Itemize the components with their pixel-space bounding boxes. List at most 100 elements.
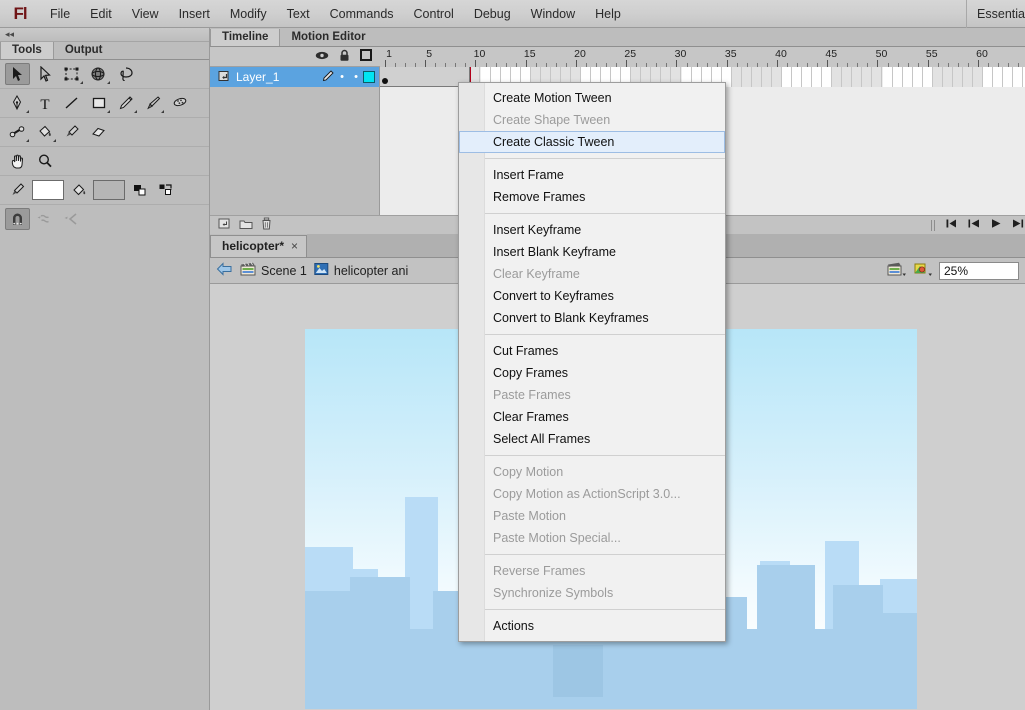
- context-menu-item[interactable]: Cut Frames: [459, 340, 725, 362]
- frame-cell[interactable]: [832, 67, 842, 87]
- frame-cell[interactable]: [933, 67, 943, 87]
- frame-cell[interactable]: [923, 67, 933, 87]
- frame-cell[interactable]: [973, 67, 983, 87]
- step-forward-one-frame[interactable]: [1011, 218, 1025, 232]
- frame-cell[interactable]: [953, 67, 963, 87]
- tab-tools[interactable]: Tools: [0, 42, 54, 59]
- brush-tool[interactable]: [140, 92, 165, 114]
- context-menu-item[interactable]: Create Motion Tween: [459, 87, 725, 109]
- frame-cell[interactable]: [903, 67, 913, 87]
- frame-cell[interactable]: [872, 67, 882, 87]
- lock-icon[interactable]: [339, 49, 350, 65]
- frame-cell[interactable]: [862, 67, 872, 87]
- close-icon[interactable]: ×: [291, 239, 298, 253]
- context-menu-item[interactable]: Create Classic Tween: [459, 131, 725, 153]
- context-menu-item[interactable]: Copy Frames: [459, 362, 725, 384]
- breadcrumb-scene[interactable]: Scene 1: [240, 262, 307, 279]
- frame-cell[interactable]: [1013, 67, 1023, 87]
- outline-icon[interactable]: [360, 49, 372, 64]
- tab-output[interactable]: Output: [54, 42, 114, 59]
- fill-swatch[interactable]: [93, 180, 125, 200]
- timeline-ruler[interactable]: 15101520253035404550556065: [380, 47, 1025, 67]
- keyframe-marker[interactable]: [382, 78, 388, 84]
- zoom-input[interactable]: 25%: [939, 262, 1019, 280]
- swap-colors-button[interactable]: [154, 179, 179, 201]
- back-arrow-icon[interactable]: [216, 262, 233, 279]
- context-menu-item[interactable]: Remove Frames: [459, 186, 725, 208]
- eyedropper-tool[interactable]: [59, 121, 84, 143]
- edit-scene-icon[interactable]: [887, 261, 907, 280]
- layer-outline-swatch[interactable]: [363, 71, 375, 83]
- line-tool[interactable]: [59, 92, 84, 114]
- layer-frame-span[interactable]: [380, 67, 470, 87]
- menu-edit[interactable]: Edit: [80, 0, 122, 28]
- frame-cell[interactable]: [893, 67, 903, 87]
- frame-cell[interactable]: [943, 67, 953, 87]
- free-transform-tool[interactable]: [59, 63, 84, 85]
- context-menu-item[interactable]: Insert Keyframe: [459, 219, 725, 241]
- straighten-option[interactable]: [59, 208, 84, 230]
- frame-cell[interactable]: [752, 67, 762, 87]
- panel-collapse-button[interactable]: ◂◂: [0, 28, 209, 42]
- frame-cell[interactable]: [762, 67, 772, 87]
- menu-control[interactable]: Control: [404, 0, 464, 28]
- document-tab-helicopter[interactable]: helicopter* ×: [210, 235, 307, 257]
- frame-cell[interactable]: [782, 67, 792, 87]
- menu-text[interactable]: Text: [277, 0, 320, 28]
- layer-row[interactable]: Layer_1 • •: [210, 67, 379, 87]
- frame-context-menu[interactable]: Create Motion TweenCreate Shape TweenCre…: [458, 82, 726, 642]
- snap-to-objects-toggle[interactable]: [5, 208, 30, 230]
- context-menu-item[interactable]: Insert Frame: [459, 164, 725, 186]
- frame-cell[interactable]: [812, 67, 822, 87]
- 3d-rotation-tool[interactable]: [86, 63, 111, 85]
- menu-view[interactable]: View: [122, 0, 169, 28]
- new-folder-icon[interactable]: [239, 218, 253, 233]
- menu-modify[interactable]: Modify: [220, 0, 277, 28]
- black-white-button[interactable]: [127, 179, 152, 201]
- context-menu-item[interactable]: Convert to Blank Keyframes: [459, 307, 725, 329]
- context-menu-item[interactable]: Convert to Keyframes: [459, 285, 725, 307]
- frame-cell[interactable]: [822, 67, 832, 87]
- workspace-switcher[interactable]: Essentia: [966, 0, 1025, 28]
- lasso-tool[interactable]: [113, 63, 138, 85]
- eye-icon[interactable]: [315, 50, 329, 64]
- frame-cell[interactable]: [993, 67, 1003, 87]
- menu-debug[interactable]: Debug: [464, 0, 521, 28]
- context-menu-item[interactable]: Insert Blank Keyframe: [459, 241, 725, 263]
- pencil-icon[interactable]: [321, 69, 335, 86]
- context-menu-item[interactable]: Actions: [459, 615, 725, 637]
- menu-insert[interactable]: Insert: [169, 0, 220, 28]
- fill-color-tool[interactable]: [66, 179, 91, 201]
- menu-file[interactable]: File: [40, 0, 80, 28]
- layer-lock-dot[interactable]: •: [349, 71, 363, 83]
- frame-cell[interactable]: [792, 67, 802, 87]
- breadcrumb-symbol[interactable]: helicopter ani: [314, 262, 408, 279]
- frame-cell[interactable]: [852, 67, 862, 87]
- paint-bucket-tool[interactable]: [32, 121, 57, 143]
- stroke-swatch[interactable]: [32, 180, 64, 200]
- frame-cell[interactable]: [963, 67, 973, 87]
- context-menu-item[interactable]: Select All Frames: [459, 428, 725, 450]
- tab-motion-editor[interactable]: Motion Editor: [280, 29, 376, 46]
- menu-help[interactable]: Help: [585, 0, 631, 28]
- frame-cell[interactable]: [842, 67, 852, 87]
- subselection-tool[interactable]: [32, 63, 57, 85]
- go-to-first-frame[interactable]: [945, 218, 958, 232]
- frame-cell[interactable]: [772, 67, 782, 87]
- frame-cell[interactable]: [883, 67, 893, 87]
- stroke-color-tool[interactable]: [5, 179, 30, 201]
- selection-tool[interactable]: [5, 63, 30, 85]
- bone-tool[interactable]: [5, 121, 30, 143]
- pen-tool[interactable]: [5, 92, 30, 114]
- frame-cell[interactable]: [983, 67, 993, 87]
- frame-cell[interactable]: [1003, 67, 1013, 87]
- delete-layer-icon[interactable]: [261, 217, 272, 233]
- rectangle-tool[interactable]: [86, 92, 111, 114]
- step-back-one-frame[interactable]: [967, 218, 981, 232]
- play-button[interactable]: [990, 218, 1002, 232]
- menu-window[interactable]: Window: [521, 0, 585, 28]
- context-menu-item[interactable]: Clear Frames: [459, 406, 725, 428]
- pencil-tool[interactable]: [113, 92, 138, 114]
- tab-timeline[interactable]: Timeline: [210, 29, 280, 46]
- frame-cell[interactable]: [742, 67, 752, 87]
